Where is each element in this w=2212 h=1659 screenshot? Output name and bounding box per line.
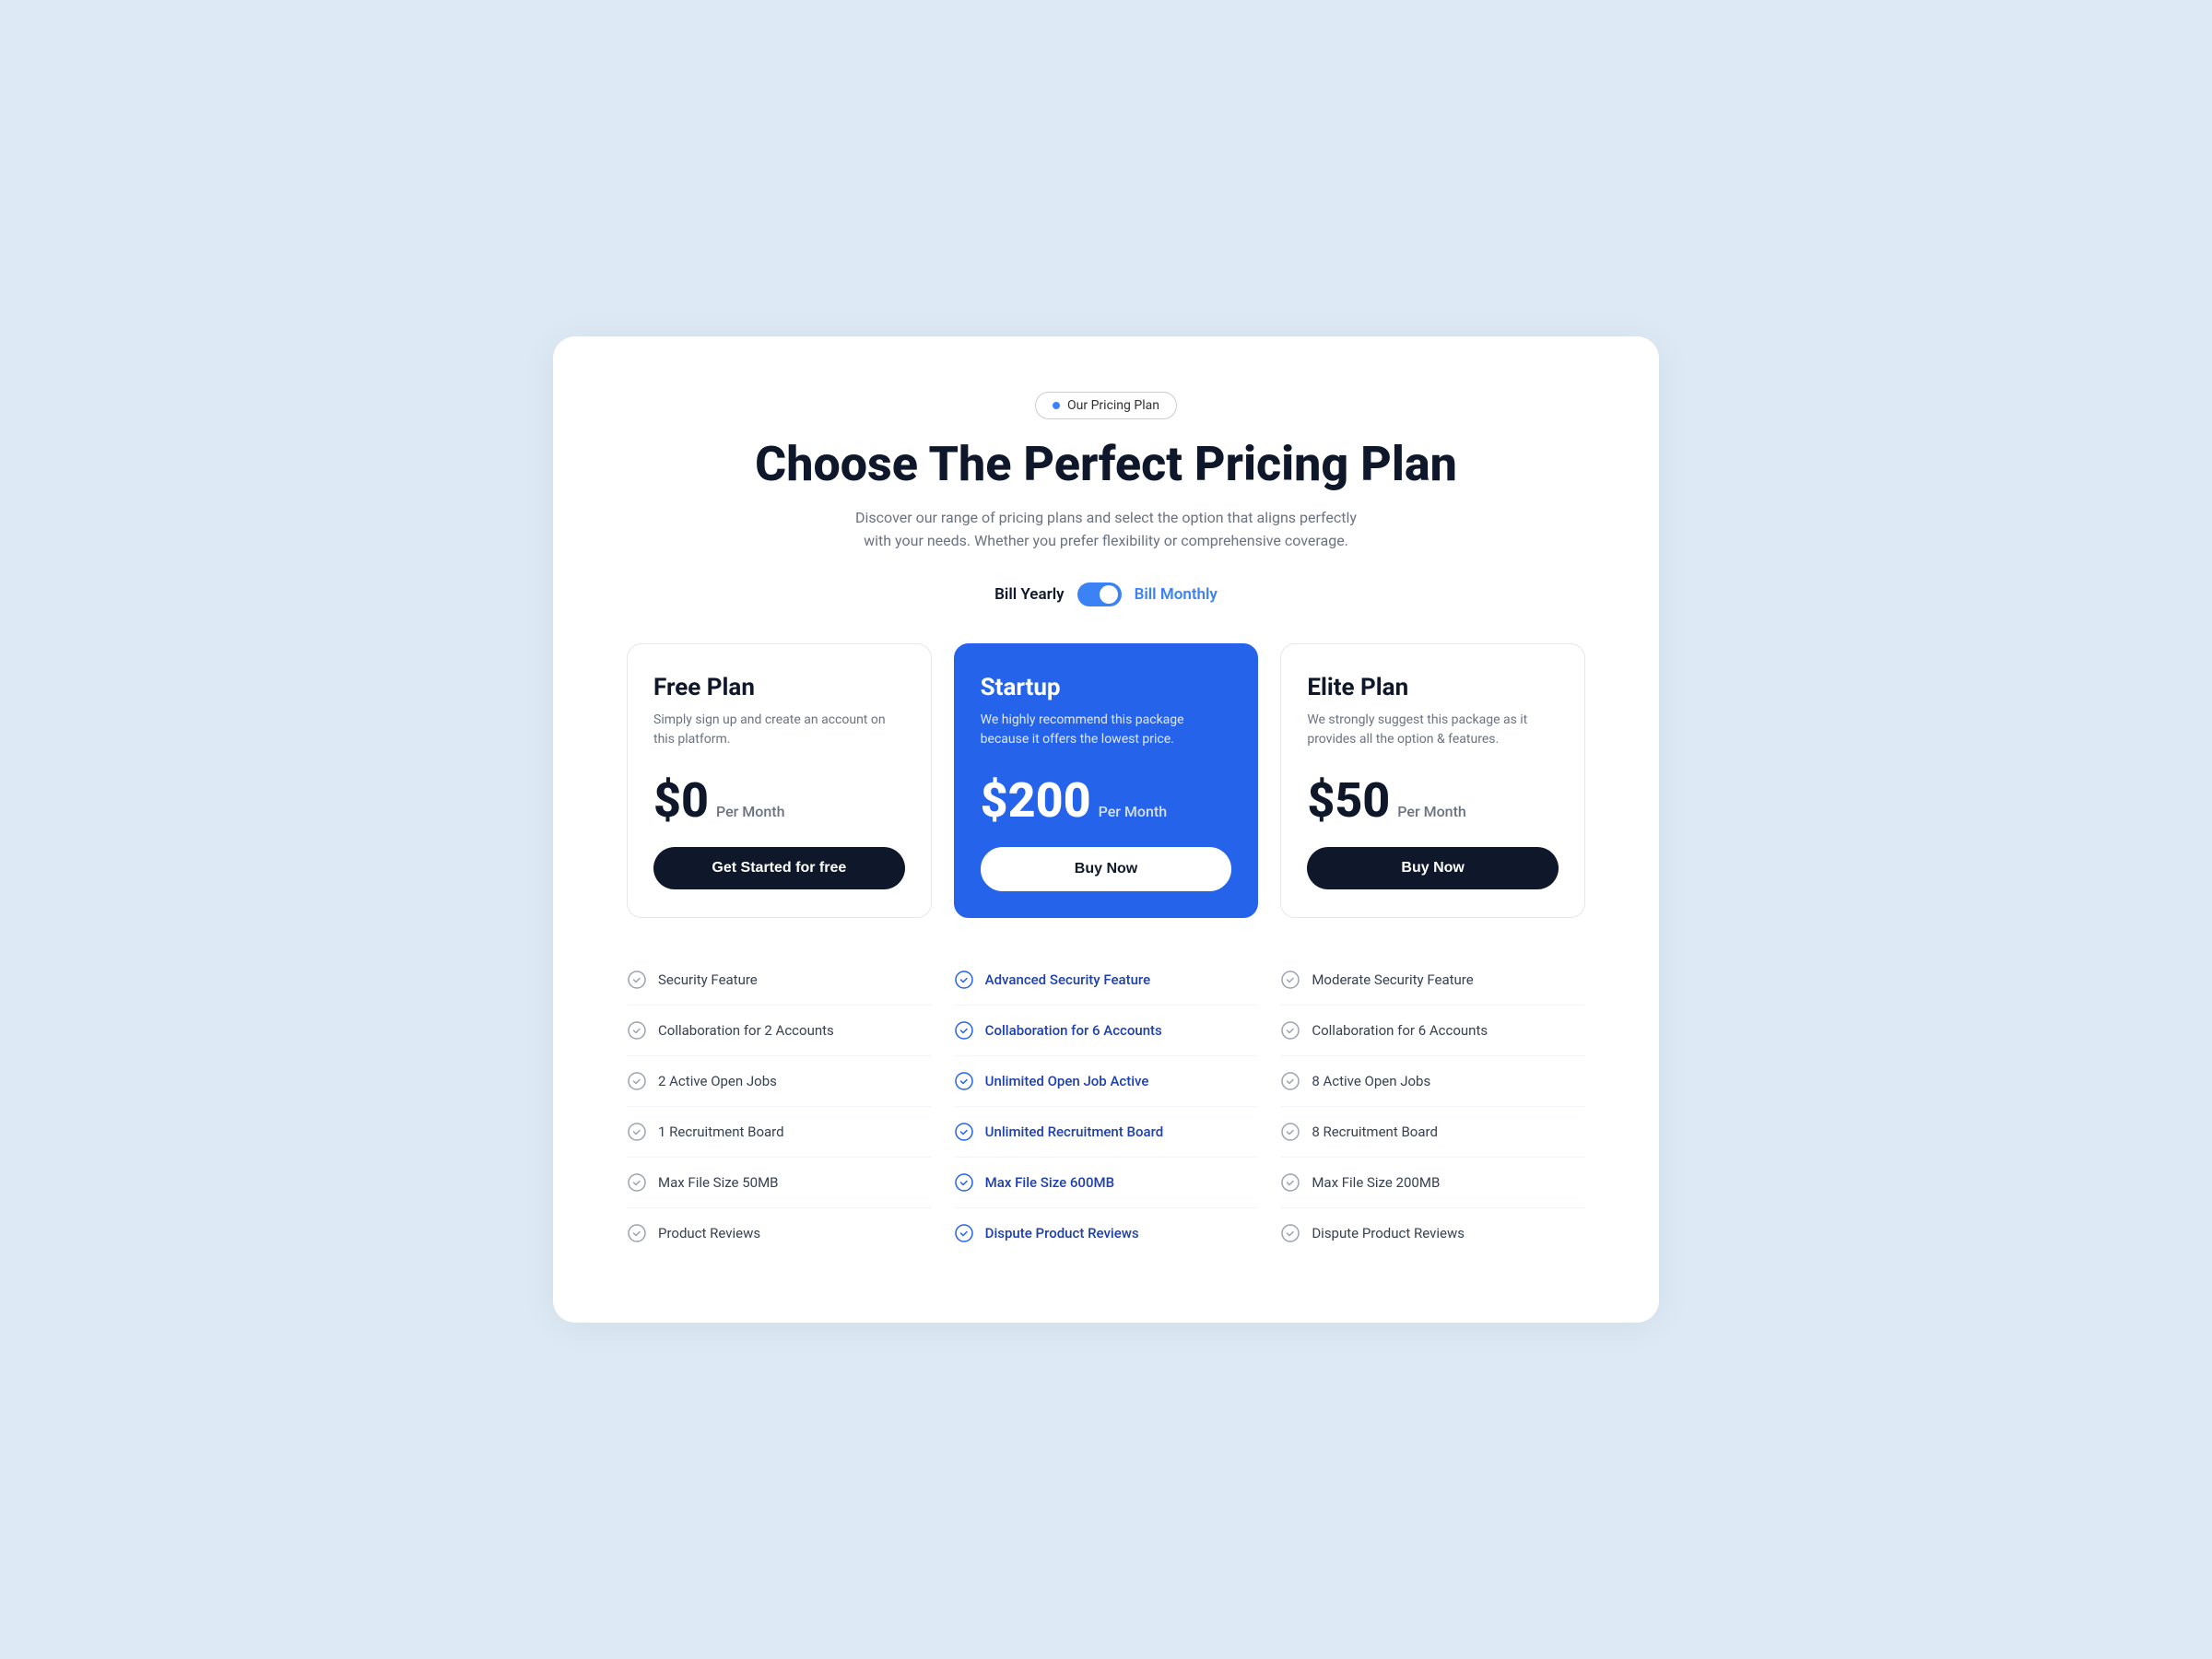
startup-plan-button[interactable]: Buy Now (981, 847, 1232, 891)
list-item: Collaboration for 6 Accounts (954, 1006, 1259, 1056)
list-item: Dispute Product Reviews (1280, 1208, 1585, 1258)
free-price-period: Per Month (716, 803, 785, 820)
features-section: Security Feature Collaboration for 2 Acc… (627, 955, 1585, 1258)
startup-features: Advanced Security Feature Collaboration … (954, 955, 1259, 1258)
check-icon (954, 1020, 974, 1041)
feature-label: Collaboration for 6 Accounts (1312, 1022, 1488, 1039)
free-plan-price: $0 Per Month (653, 777, 905, 825)
list-item: Advanced Security Feature (954, 955, 1259, 1006)
page-title: Choose The Perfect Pricing Plan (627, 438, 1585, 490)
check-icon (627, 1223, 647, 1243)
check-icon (627, 970, 647, 990)
free-features: Security Feature Collaboration for 2 Acc… (627, 955, 932, 1258)
feature-label: Collaboration for 6 Accounts (985, 1022, 1162, 1039)
elite-plan-card: Elite Plan We strongly suggest this pack… (1280, 643, 1585, 918)
feature-label: Dispute Product Reviews (1312, 1225, 1465, 1241)
startup-plan-desc: We highly recommend this package because… (981, 711, 1232, 755)
list-item: Product Reviews (627, 1208, 932, 1258)
elite-price-period: Per Month (1397, 803, 1466, 820)
check-icon (954, 1122, 974, 1142)
feature-label: Max File Size 600MB (985, 1174, 1114, 1191)
check-icon (627, 1122, 647, 1142)
check-icon (1280, 1172, 1300, 1193)
feature-label: Collaboration for 2 Accounts (658, 1022, 834, 1039)
free-plan-card: Free Plan Simply sign up and create an a… (627, 643, 932, 918)
free-plan-desc: Simply sign up and create an account on … (653, 711, 905, 755)
check-icon (954, 1223, 974, 1243)
feature-label: Advanced Security Feature (985, 971, 1150, 988)
badge-dot (1053, 402, 1060, 409)
check-icon (627, 1172, 647, 1193)
check-icon (627, 1071, 647, 1091)
pricing-page: Our Pricing Plan Choose The Perfect Pric… (553, 336, 1659, 1322)
feature-label: Product Reviews (658, 1225, 760, 1241)
list-item: Max File Size 200MB (1280, 1158, 1585, 1208)
feature-label: Moderate Security Feature (1312, 971, 1473, 988)
feature-label: Max File Size 200MB (1312, 1174, 1440, 1191)
list-item: 1 Recruitment Board (627, 1107, 932, 1158)
list-item: Security Feature (627, 955, 932, 1006)
feature-label: Max File Size 50MB (658, 1174, 779, 1191)
startup-plan-card: Startup We highly recommend this package… (954, 643, 1259, 918)
badge-label: Our Pricing Plan (1067, 398, 1159, 413)
elite-plan-desc: We strongly suggest this package as it p… (1307, 711, 1559, 755)
bill-monthly-label: Bill Monthly (1135, 585, 1218, 604)
feature-label: Security Feature (658, 971, 758, 988)
list-item: Max File Size 600MB (954, 1158, 1259, 1208)
check-icon (1280, 970, 1300, 990)
free-price-amount: $0 (653, 777, 709, 825)
elite-price-amount: $50 (1307, 777, 1390, 825)
free-plan-button[interactable]: Get Started for free (653, 847, 905, 889)
feature-label: 1 Recruitment Board (658, 1124, 784, 1140)
feature-label: Unlimited Recruitment Board (985, 1124, 1164, 1140)
startup-plan-price: $200 Per Month (981, 777, 1232, 825)
free-plan-name: Free Plan (653, 674, 905, 701)
check-icon (954, 1071, 974, 1091)
startup-price-period: Per Month (1099, 803, 1168, 820)
elite-plan-name: Elite Plan (1307, 674, 1559, 701)
list-item: Collaboration for 6 Accounts (1280, 1006, 1585, 1056)
startup-price-amount: $200 (981, 777, 1091, 825)
check-icon (1280, 1122, 1300, 1142)
check-icon (627, 1020, 647, 1041)
list-item: Dispute Product Reviews (954, 1208, 1259, 1258)
feature-label: 2 Active Open Jobs (658, 1073, 777, 1089)
check-icon (1280, 1223, 1300, 1243)
list-item: 2 Active Open Jobs (627, 1056, 932, 1107)
billing-toggle: Bill Yearly Bill Monthly (627, 582, 1585, 606)
check-icon (1280, 1020, 1300, 1041)
pricing-badge: Our Pricing Plan (1035, 392, 1177, 419)
bill-yearly-label: Bill Yearly (994, 585, 1064, 604)
feature-label: Unlimited Open Job Active (985, 1073, 1149, 1089)
feature-label: 8 Active Open Jobs (1312, 1073, 1430, 1089)
toggle-knob (1100, 585, 1118, 604)
list-item: Moderate Security Feature (1280, 955, 1585, 1006)
list-item: Unlimited Open Job Active (954, 1056, 1259, 1107)
check-icon (954, 970, 974, 990)
elite-plan-button[interactable]: Buy Now (1307, 847, 1559, 889)
startup-plan-name: Startup (981, 674, 1232, 701)
pricing-plans: Free Plan Simply sign up and create an a… (627, 643, 1585, 918)
list-item: 8 Recruitment Board (1280, 1107, 1585, 1158)
list-item: Unlimited Recruitment Board (954, 1107, 1259, 1158)
page-subtitle: Discover our range of pricing plans and … (848, 506, 1364, 553)
check-icon (1280, 1071, 1300, 1091)
elite-plan-price: $50 Per Month (1307, 777, 1559, 825)
list-item: 8 Active Open Jobs (1280, 1056, 1585, 1107)
feature-label: Dispute Product Reviews (985, 1225, 1139, 1241)
list-item: Collaboration for 2 Accounts (627, 1006, 932, 1056)
feature-label: 8 Recruitment Board (1312, 1124, 1438, 1140)
elite-features: Moderate Security Feature Collaboration … (1280, 955, 1585, 1258)
billing-toggle-switch[interactable] (1077, 582, 1122, 606)
list-item: Max File Size 50MB (627, 1158, 932, 1208)
page-header: Our Pricing Plan Choose The Perfect Pric… (627, 392, 1585, 606)
check-icon (954, 1172, 974, 1193)
